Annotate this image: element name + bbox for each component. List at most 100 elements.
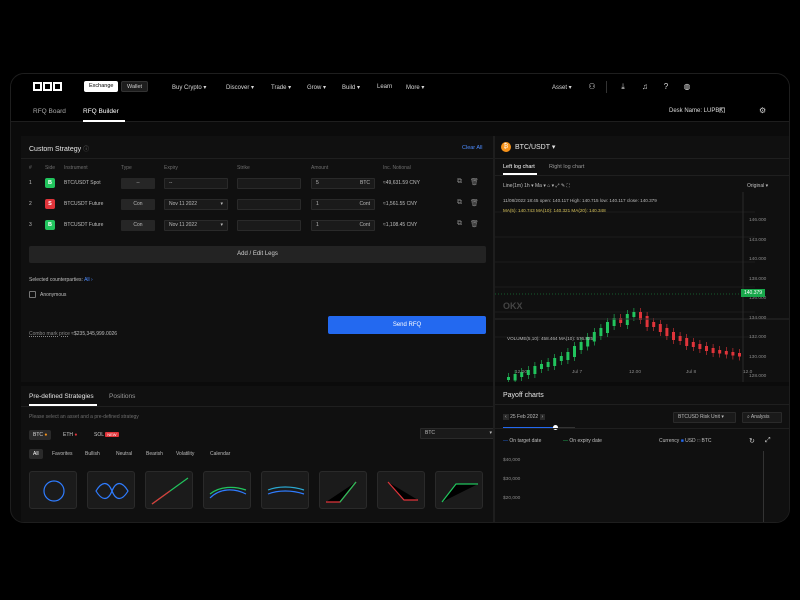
copy-icon[interactable]: ❐ [719,107,725,115]
wallet-toggle[interactable]: Wallet [121,81,149,92]
filter-chip[interactable]: Neutral [112,449,136,459]
expiry-field[interactable]: -- [164,178,228,189]
send-rfq-button[interactable]: Send RFQ [328,316,486,334]
asset-chip-sol[interactable]: SOL NEW [90,430,123,440]
strategy-card[interactable] [145,471,193,509]
payoff-date-stepper[interactable]: ‹ 25 Feb 2022 › [503,414,546,420]
timeframe-select[interactable]: Line(1m) 1h ▾ Ma ▾ ⌂ ▾ ⤢ ✎ ⛶ [503,183,570,189]
amount-field[interactable]: 5 BTC [311,178,375,189]
strategy-card[interactable] [261,471,309,509]
exchange-toggle[interactable]: Exchange [84,81,119,92]
candle-body [573,346,576,357]
strike-field[interactable] [237,220,301,231]
delete-leg-icon[interactable]: 🗑 [470,178,479,186]
analysis-button[interactable]: ⌕ Analysis [742,412,782,423]
top-nav: Exchange Wallet Buy Crypto ▾ Discover ▾ Tr… [11,74,789,100]
strategy-payoff-icon [95,482,129,500]
nav-item[interactable]: Trade ▾ [271,84,291,91]
tab-right-log-chart[interactable]: Right log chart [549,164,584,170]
original-select[interactable]: Original ▾ [747,183,768,189]
globe-icon[interactable]: ◍ [682,82,692,92]
notional-value: ≈49,631.59 CNY [383,180,420,186]
asset-chip-eth[interactable]: ETH ● [59,430,81,440]
strategy-card[interactable] [87,471,135,509]
filter-chip[interactable]: Bearish [142,449,167,459]
tab-positions[interactable]: Positions [109,393,135,400]
copy-leg-icon[interactable]: ⧉ [457,178,462,186]
okx-logo[interactable] [33,82,62,91]
filter-chip[interactable]: Bullish [81,449,104,459]
candle-body [672,332,675,340]
selected-counterparties[interactable]: Selected counterparties: All › [29,277,93,283]
download-icon[interactable]: ⤓ [618,82,628,92]
asset-menu[interactable]: Asset ▾ [552,84,572,91]
type-field[interactable]: -- [121,178,155,189]
delete-leg-icon[interactable]: 🗑 [470,199,479,207]
strike-field[interactable] [237,199,301,210]
add-edit-legs-button[interactable]: Add / Edit Legs [29,246,486,263]
expand-icon[interactable]: ⤢ [765,437,771,445]
instrument-name[interactable]: BTCUSDT Future [64,201,103,207]
strategy-card[interactable] [203,471,251,509]
amount-field[interactable]: 1 Cont [311,199,375,210]
filter-chip[interactable]: Volatility [172,449,198,459]
filter-chip[interactable]: Favorites [48,449,77,459]
tab-predefined-strategies[interactable]: Pre-defined Strategies [29,393,94,400]
strategy-payoff-icon [267,486,305,495]
candle-body [658,324,662,332]
strike-field[interactable] [237,178,301,189]
help-icon[interactable]: ? [661,82,671,92]
filter-chip[interactable]: All [29,449,43,459]
instrument-name[interactable]: BTCUSDT Future [64,222,103,228]
strategy-card[interactable] [435,471,483,509]
ma-readout: MA(5): 140.743 MA(10): 140.321 MA(20): 1… [503,208,606,213]
nav-item[interactable]: Grow ▾ [307,84,326,91]
column-header: Side [45,165,56,171]
strategy-payoff-icon [441,483,478,503]
price-chart-panel: ₿ BTC/USDT ▾ Left log chart Right log ch… [495,136,790,399]
user-icon[interactable]: ⚇ [587,82,597,92]
price-tick: 130.000 [749,354,767,360]
nav-item[interactable]: Build ▾ [342,84,360,91]
settings-icon[interactable]: ⚙ [759,106,766,115]
bell-icon[interactable]: ♫ [640,82,650,92]
strategy-card[interactable] [377,471,425,509]
price-tick: 146.000 [749,218,767,223]
asset-select[interactable]: BTC ▾ [420,428,497,439]
strategy-card[interactable] [319,471,367,509]
candlestick-chart[interactable] [495,192,790,382]
copy-leg-icon[interactable]: ⧉ [457,220,462,228]
nav-item[interactable]: Discover ▾ [226,84,254,91]
amount-field[interactable]: 1 Cont [311,220,375,231]
side-badge[interactable]: B [45,220,55,230]
currency-toggle[interactable]: Currency ■ USD □ BTC [659,438,711,444]
nav-item[interactable]: More ▾ [406,84,424,91]
candle-body [645,316,649,327]
filter-chip[interactable]: Calendar [206,449,234,459]
tab-left-log-chart[interactable]: Left log chart [503,164,535,170]
risk-unit-select[interactable]: BTCUSD Risk Unit ▾ [673,412,736,423]
candle-body [705,346,708,351]
side-badge[interactable]: S [45,199,55,209]
copy-leg-icon[interactable]: ⧉ [457,199,462,207]
type-field[interactable]: Con [121,220,155,231]
side-badge[interactable]: B [45,178,55,188]
type-field[interactable]: Con [121,199,155,210]
tab-rfq-builder[interactable]: RFQ Builder [83,108,119,115]
strategy-card[interactable] [29,471,77,509]
time-tick: 12.00 [515,370,528,375]
delete-leg-icon[interactable]: 🗑 [470,220,479,228]
instrument-name[interactable]: BTC/USDT Spot [64,180,101,186]
candle-body [665,328,669,336]
nav-item[interactable]: Learn [377,84,392,90]
expiry-field[interactable]: Nov 11 2022 ▾ [164,199,228,210]
pair-selector[interactable]: BTC/USDT ▾ [515,143,555,151]
tab-rfq-board[interactable]: RFQ Board [33,108,66,115]
expiry-field[interactable]: Nov 11 2022 ▾ [164,220,228,231]
refresh-icon[interactable]: ↻ [749,437,755,445]
candle-body [731,352,735,356]
anonymous-checkbox[interactable] [29,291,36,298]
asset-chip-btc[interactable]: BTC ● [29,430,52,440]
clear-all-link[interactable]: Clear All [462,145,482,151]
nav-item[interactable]: Buy Crypto ▾ [172,84,206,91]
